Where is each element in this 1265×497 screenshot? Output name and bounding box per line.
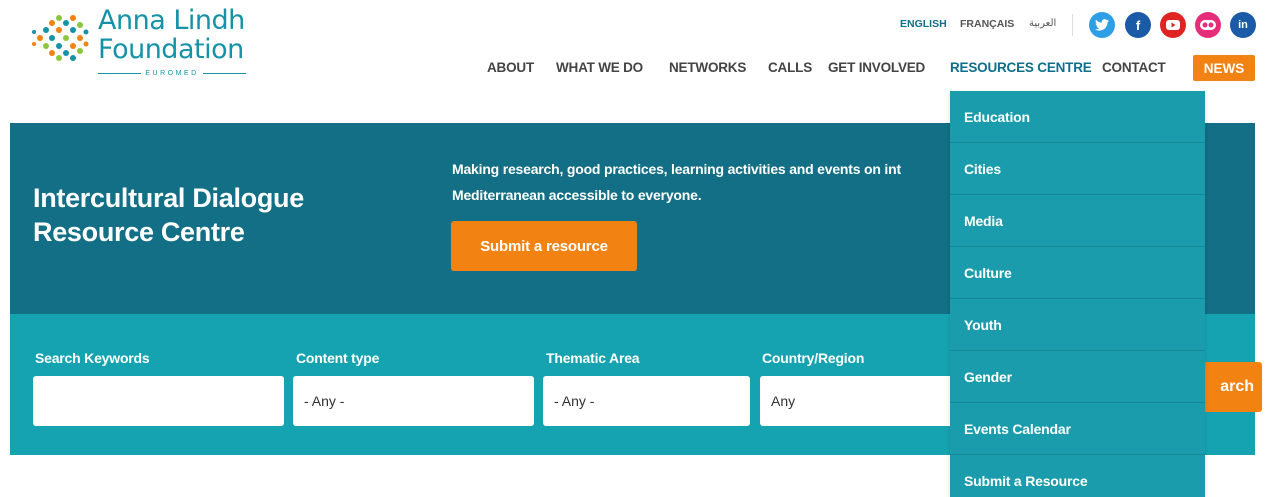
- nav-calls[interactable]: CALLS: [768, 60, 812, 75]
- flickr-icon[interactable]: [1195, 12, 1221, 38]
- content-type-select[interactable]: - Any -: [293, 376, 534, 426]
- page-title: Intercultural Dialogue Resource Centre: [33, 183, 304, 247]
- keywords-input[interactable]: [33, 376, 284, 426]
- keywords-label: Search Keywords: [35, 350, 150, 366]
- twitter-icon[interactable]: [1089, 12, 1115, 38]
- logo-text-line1: Anna Lindh: [98, 5, 245, 36]
- nav-get-involved[interactable]: GET INVOLVED: [828, 60, 925, 75]
- thematic-area-select[interactable]: - Any -: [543, 376, 750, 426]
- lang-english[interactable]: ENGLISH: [900, 18, 947, 30]
- logo-subtitle: EUROMED: [98, 70, 246, 77]
- lang-arabic[interactable]: العربية: [1029, 18, 1056, 29]
- content-type-label: Content type: [296, 350, 380, 366]
- hero-description: Making research, good practices, learnin…: [452, 156, 952, 208]
- dropdown-item-gender[interactable]: Gender: [950, 351, 1205, 403]
- nav-resources-centre[interactable]: RESOURCES CENTRE: [950, 60, 1092, 75]
- nav-news-button[interactable]: NEWS: [1193, 55, 1255, 81]
- resources-dropdown-menu: Education Cities Media Culture Youth Gen…: [950, 91, 1205, 497]
- search-button[interactable]: arch: [1195, 362, 1262, 412]
- lang-french[interactable]: FRANÇAIS: [960, 18, 1014, 30]
- nav-what-we-do[interactable]: WHAT WE DO: [556, 60, 643, 75]
- site-logo[interactable]: Anna Lindh Foundation EUROMED: [30, 4, 245, 80]
- thematic-area-label: Thematic Area: [546, 350, 640, 366]
- country-region-label: Country/Region: [762, 350, 865, 366]
- dropdown-item-cities[interactable]: Cities: [950, 143, 1205, 195]
- nav-networks[interactable]: NETWORKS: [669, 60, 746, 75]
- dropdown-item-submit-resource[interactable]: Submit a Resource: [950, 455, 1205, 497]
- dropdown-item-youth[interactable]: Youth: [950, 299, 1205, 351]
- dropdown-item-culture[interactable]: Culture: [950, 247, 1205, 299]
- country-region-select[interactable]: Any: [760, 376, 960, 426]
- nav-contact[interactable]: CONTACT: [1102, 60, 1166, 75]
- site-header: Anna Lindh Foundation EUROMED ENGLISH FR…: [0, 0, 1265, 92]
- youtube-icon[interactable]: [1160, 12, 1186, 38]
- dropdown-item-media[interactable]: Media: [950, 195, 1205, 247]
- hero-description-line1: Making research, good practices, learnin…: [452, 161, 901, 177]
- facebook-icon[interactable]: f: [1125, 12, 1151, 38]
- logo-dots-icon: [32, 15, 89, 61]
- nav-about[interactable]: ABOUT: [487, 60, 534, 75]
- submit-resource-button[interactable]: Submit a resource: [451, 221, 637, 271]
- hero-description-line2: Mediterranean accessible to everyone.: [452, 187, 702, 203]
- logo-text-line2: Foundation: [98, 34, 244, 65]
- lang-divider: [1072, 14, 1073, 36]
- dropdown-item-education[interactable]: Education: [950, 91, 1205, 143]
- linkedin-icon[interactable]: in: [1230, 12, 1256, 38]
- dropdown-item-events-calendar[interactable]: Events Calendar: [950, 403, 1205, 455]
